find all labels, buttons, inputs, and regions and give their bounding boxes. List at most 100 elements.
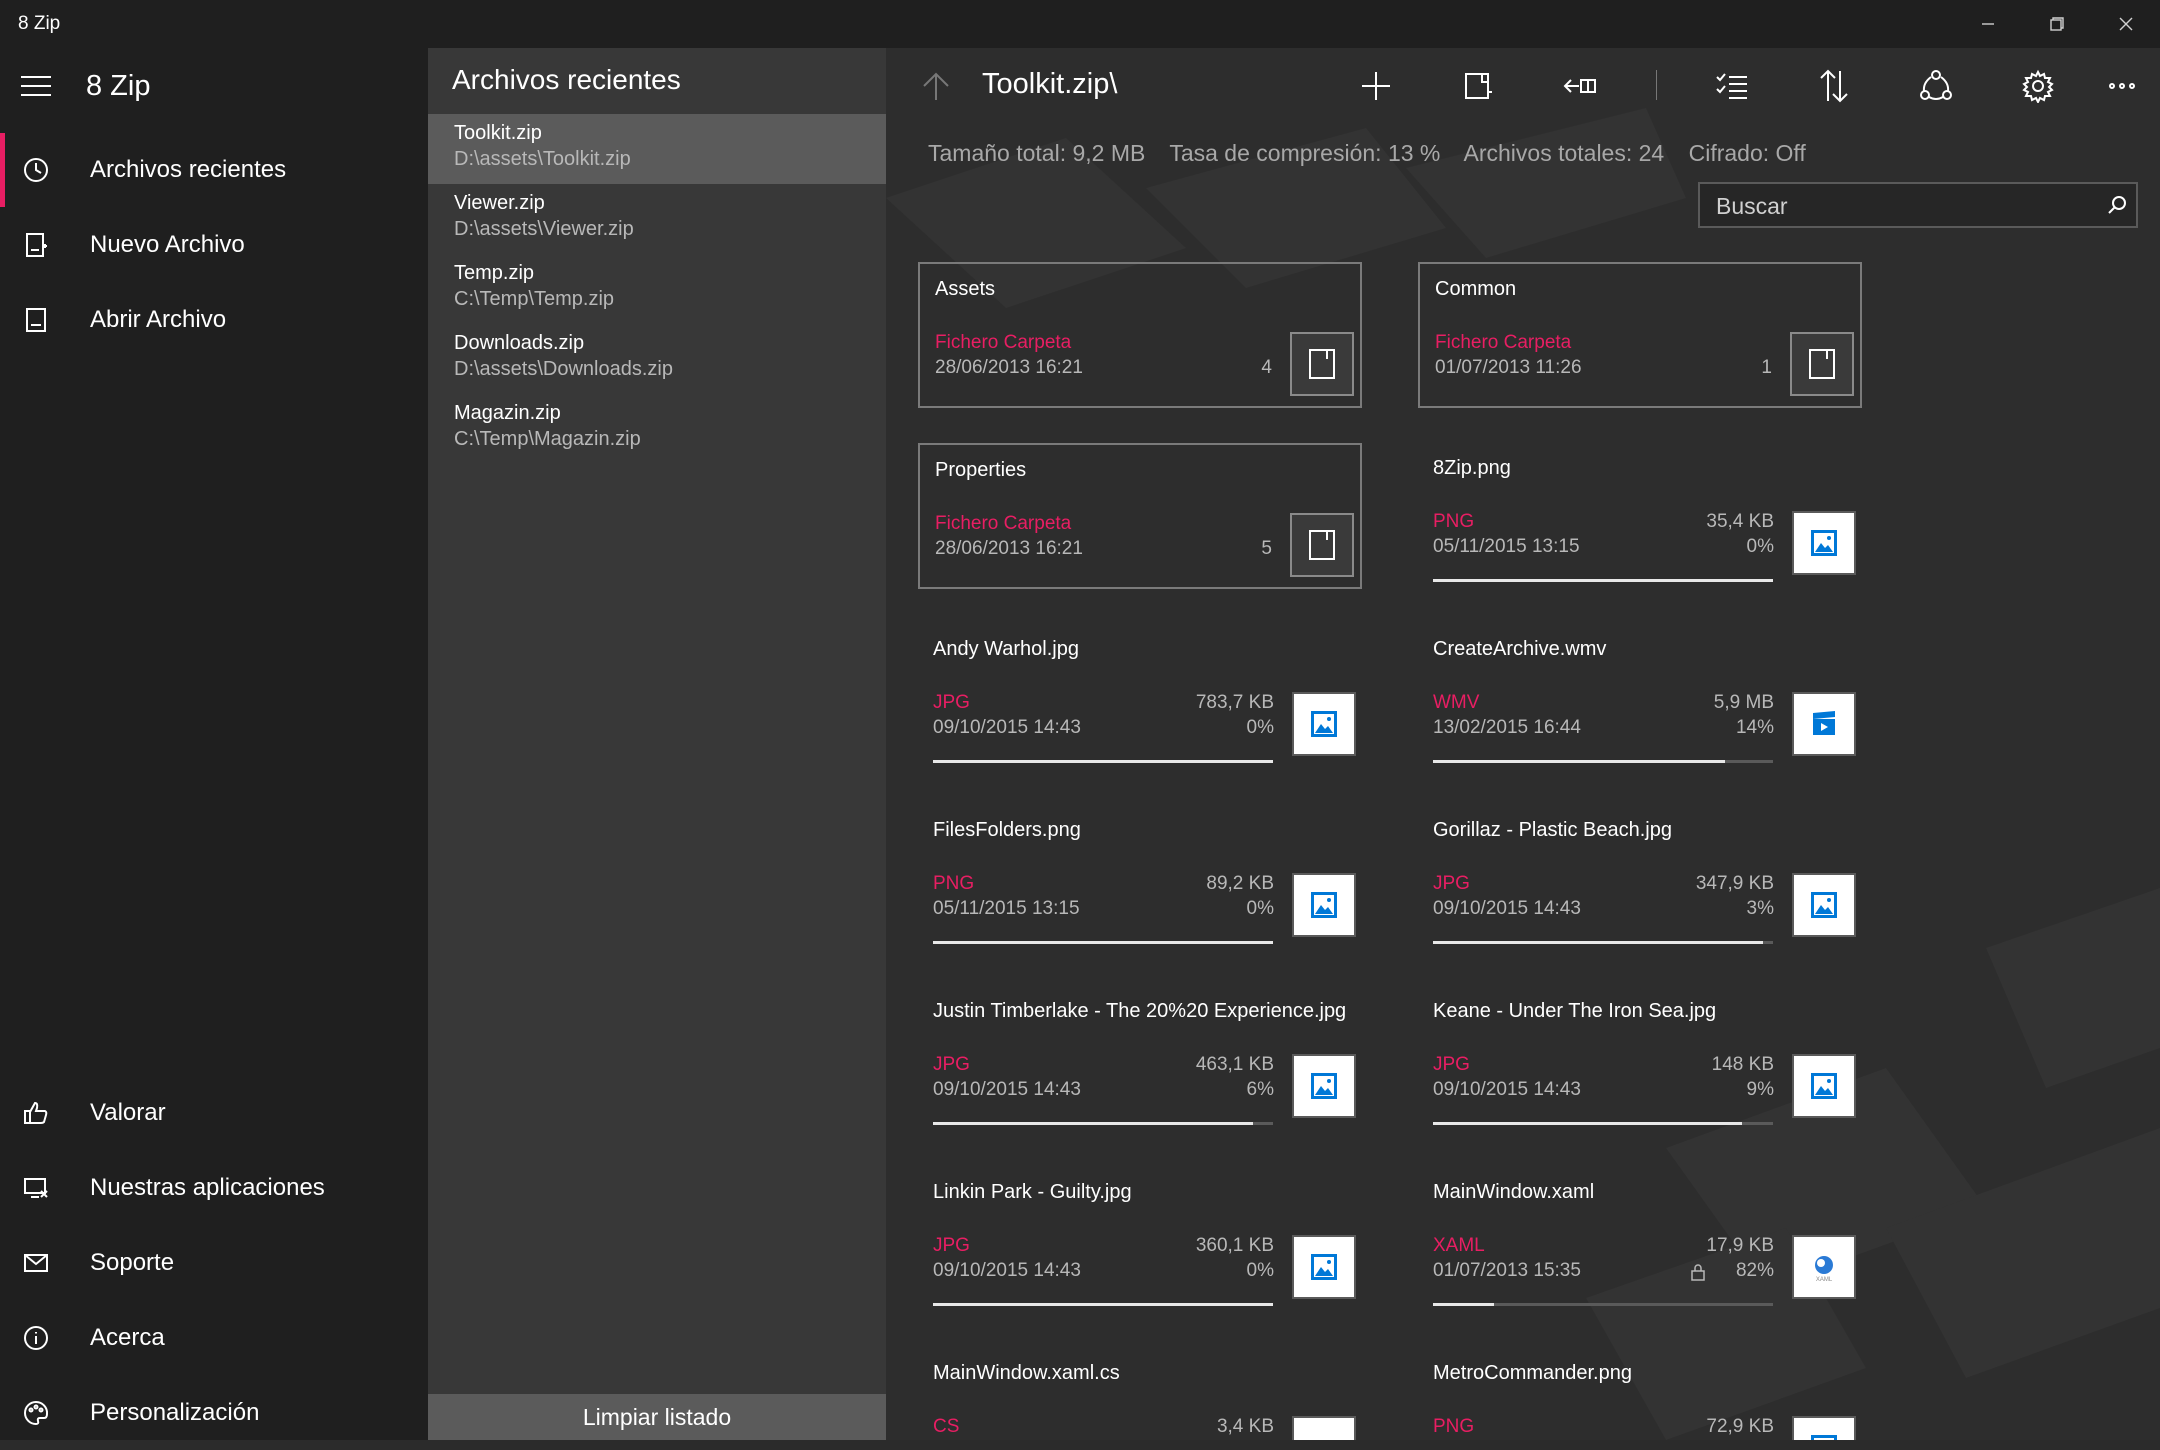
tile-size: 89,2 KB [1206,873,1274,894]
tile-size: 35,4 KB [1706,511,1774,532]
tile-name: 8Zip.png [1433,457,1511,479]
up-button[interactable] [916,66,956,106]
search-input[interactable] [1714,184,2098,228]
encryption-status: Cifrado: Off [1688,140,1806,166]
recent-item[interactable]: Magazin.zip C:\Temp\Magazin.zip [428,394,886,464]
tile-name: FilesFolders.png [933,819,1081,841]
nav-item-archivos-recientes[interactable]: Archivos recientes [0,133,428,207]
tile-type: Fichero Carpeta [935,513,1072,534]
compression-bar [1433,579,1773,582]
window-controls [1953,0,2160,48]
recent-item-name: Viewer.zip [454,192,545,214]
select-button[interactable] [1708,64,1756,108]
tile-name: Justin Timberlake - The 20%20 Experience… [933,1000,1347,1022]
folder-tile[interactable]: Common Fichero Carpeta 01/07/2013 11:26 1 [1418,262,1862,408]
nav-item-label: Personalización [90,1399,260,1426]
recent-files-panel: Archivos recientes Toolkit.zip D:\assets… [428,48,886,1440]
recent-item[interactable]: Viewer.zip D:\assets\Viewer.zip [428,184,886,254]
more-button[interactable] [2098,64,2146,108]
add-button[interactable] [1352,64,1400,108]
compression-bar-fill [1433,760,1726,763]
settings-button[interactable] [2014,64,2062,108]
panel-title: Archivos recientes [452,64,681,95]
file-tile[interactable]: CreateArchive.wmv WMV 13/02/2015 16:44 5,9 … [1418,624,1862,770]
hamburger-button[interactable] [0,48,72,124]
file-tile[interactable]: MainWindow.xaml XAML 01/07/2013 15:35 17,9 … [1418,1167,1862,1313]
move-icon [1563,79,1596,93]
tile-compression: 0% [1746,536,1774,557]
file-tile[interactable]: FilesFolders.png PNG 05/11/2015 13:15 89,2 … [918,805,1362,951]
file-tile[interactable]: Linkin Park - Guilty.jpg JPG 09/10/2015 14… [918,1167,1362,1313]
share-button[interactable] [1912,64,1960,108]
move-button[interactable] [1556,64,1604,108]
tile-size: 783,7 KB [1195,692,1274,713]
nav-item-acerca[interactable]: Acerca [0,1301,428,1375]
nav-item-valorar[interactable]: Valorar [0,1076,428,1150]
nav-item-label: Nuestras aplicaciones [90,1174,325,1201]
compression-bar [1433,941,1773,944]
clear-list-button[interactable]: Limpiar listado [428,1394,886,1440]
tile-type: PNG [1433,511,1475,532]
title-bar: 8 Zip [0,0,2160,48]
recent-item[interactable]: Downloads.zip D:\assets\Downloads.zip [428,324,886,394]
tile-compression: 0% [1246,1260,1274,1281]
restore-button[interactable] [2022,0,2091,48]
recent-item[interactable]: Temp.zip C:\Temp\Temp.zip [428,254,886,324]
nav-item-abrir-archivo[interactable]: Abrir Archivo [0,283,428,357]
total-size: Tamaño total: 9,2 MB [928,140,1146,166]
add-icon [1362,72,1390,100]
close-icon [2119,17,2132,31]
tile-type: JPG [1433,873,1470,894]
tile-date: 28/06/2013 16:21 [935,538,1083,559]
folder-tile[interactable]: Assets Fichero Carpeta 28/06/2013 16:21 4 [918,262,1362,408]
svg-text:XAML: XAML [1816,1277,1833,1282]
compression-bar [933,760,1273,763]
compression-bar-fill [933,1122,1253,1125]
file-tile[interactable]: 8Zip.png PNG 05/11/2015 13:15 35,4 KB 0% [1418,443,1862,589]
file-tile[interactable]: MetroCommander.png PNG 72,9 KB [1418,1348,1862,1440]
recent-item-name: Magazin.zip [454,402,561,424]
tile-type: CS [933,1416,960,1437]
tile-type: JPG [933,692,970,713]
file-tile[interactable]: Gorillaz - Plastic Beach.jpg JPG 09/10/201… [1418,805,1862,951]
tile-name: MetroCommander.png [1433,1362,1632,1384]
file-tile[interactable]: MainWindow.xaml.cs CS 3,4 KB [918,1348,1362,1440]
tile-name: Common [1435,278,1517,300]
file-tile[interactable]: Keane - Under The Iron Sea.jpg JPG 09/10/2… [1418,986,1862,1132]
nav-item-nuevo-archivo[interactable]: Nuevo Archivo [0,208,428,282]
nav-item-label: Nuevo Archivo [90,231,245,258]
nav-item-personalizacion[interactable]: Personalización [0,1376,428,1450]
tile-type: XAML [1433,1235,1485,1256]
sort-button[interactable] [1810,64,1858,108]
tile-size: 3,4 KB [1216,1416,1274,1437]
palette-icon [0,1376,72,1450]
recent-item[interactable]: Toolkit.zip D:\assets\Toolkit.zip [428,114,886,184]
tile-name: Andy Warhol.jpg [933,638,1079,660]
tile-size: 72,9 KB [1706,1416,1774,1437]
extract-button[interactable] [1454,64,1502,108]
tile-name: CreateArchive.wmv [1433,638,1607,660]
extract-icon [1465,73,1492,99]
tile-name: Keane - Under The Iron Sea.jpg [1433,1000,1717,1022]
search-icon[interactable] [2106,194,2128,216]
folder-tile[interactable]: Properties Fichero Carpeta 28/06/2013 16:2… [918,443,1362,589]
minimize-button[interactable] [1953,0,2022,48]
recent-item-name: Downloads.zip [454,332,585,354]
nav-item-label: Archivos recientes [90,156,287,183]
nav-item-soporte[interactable]: Soporte [0,1226,428,1300]
recent-item-path: D:\assets\Toolkit.zip [454,148,631,170]
nav-item-nuestras-aplicaciones[interactable]: Nuestras aplicaciones [0,1151,428,1225]
tile-type: JPG [1433,1054,1470,1075]
file-tile[interactable]: Andy Warhol.jpg JPG 09/10/2015 14:43 783,7 … [918,624,1362,770]
mail-icon [0,1226,72,1300]
tile-date: 09/10/2015 14:43 [1433,1079,1581,1100]
file-tile[interactable]: Justin Timberlake - The 20%20 Experience… [918,986,1362,1132]
new-archive-icon [0,208,72,282]
lock-icon [1691,1264,1705,1281]
tile-type: JPG [933,1054,970,1075]
tile-name: MainWindow.xaml [1433,1181,1595,1203]
window-title: 8 Zip [18,13,61,34]
tile-date: 09/10/2015 14:43 [933,1260,1081,1281]
close-button[interactable] [2091,0,2160,48]
compression-bar-fill [1433,579,1773,582]
